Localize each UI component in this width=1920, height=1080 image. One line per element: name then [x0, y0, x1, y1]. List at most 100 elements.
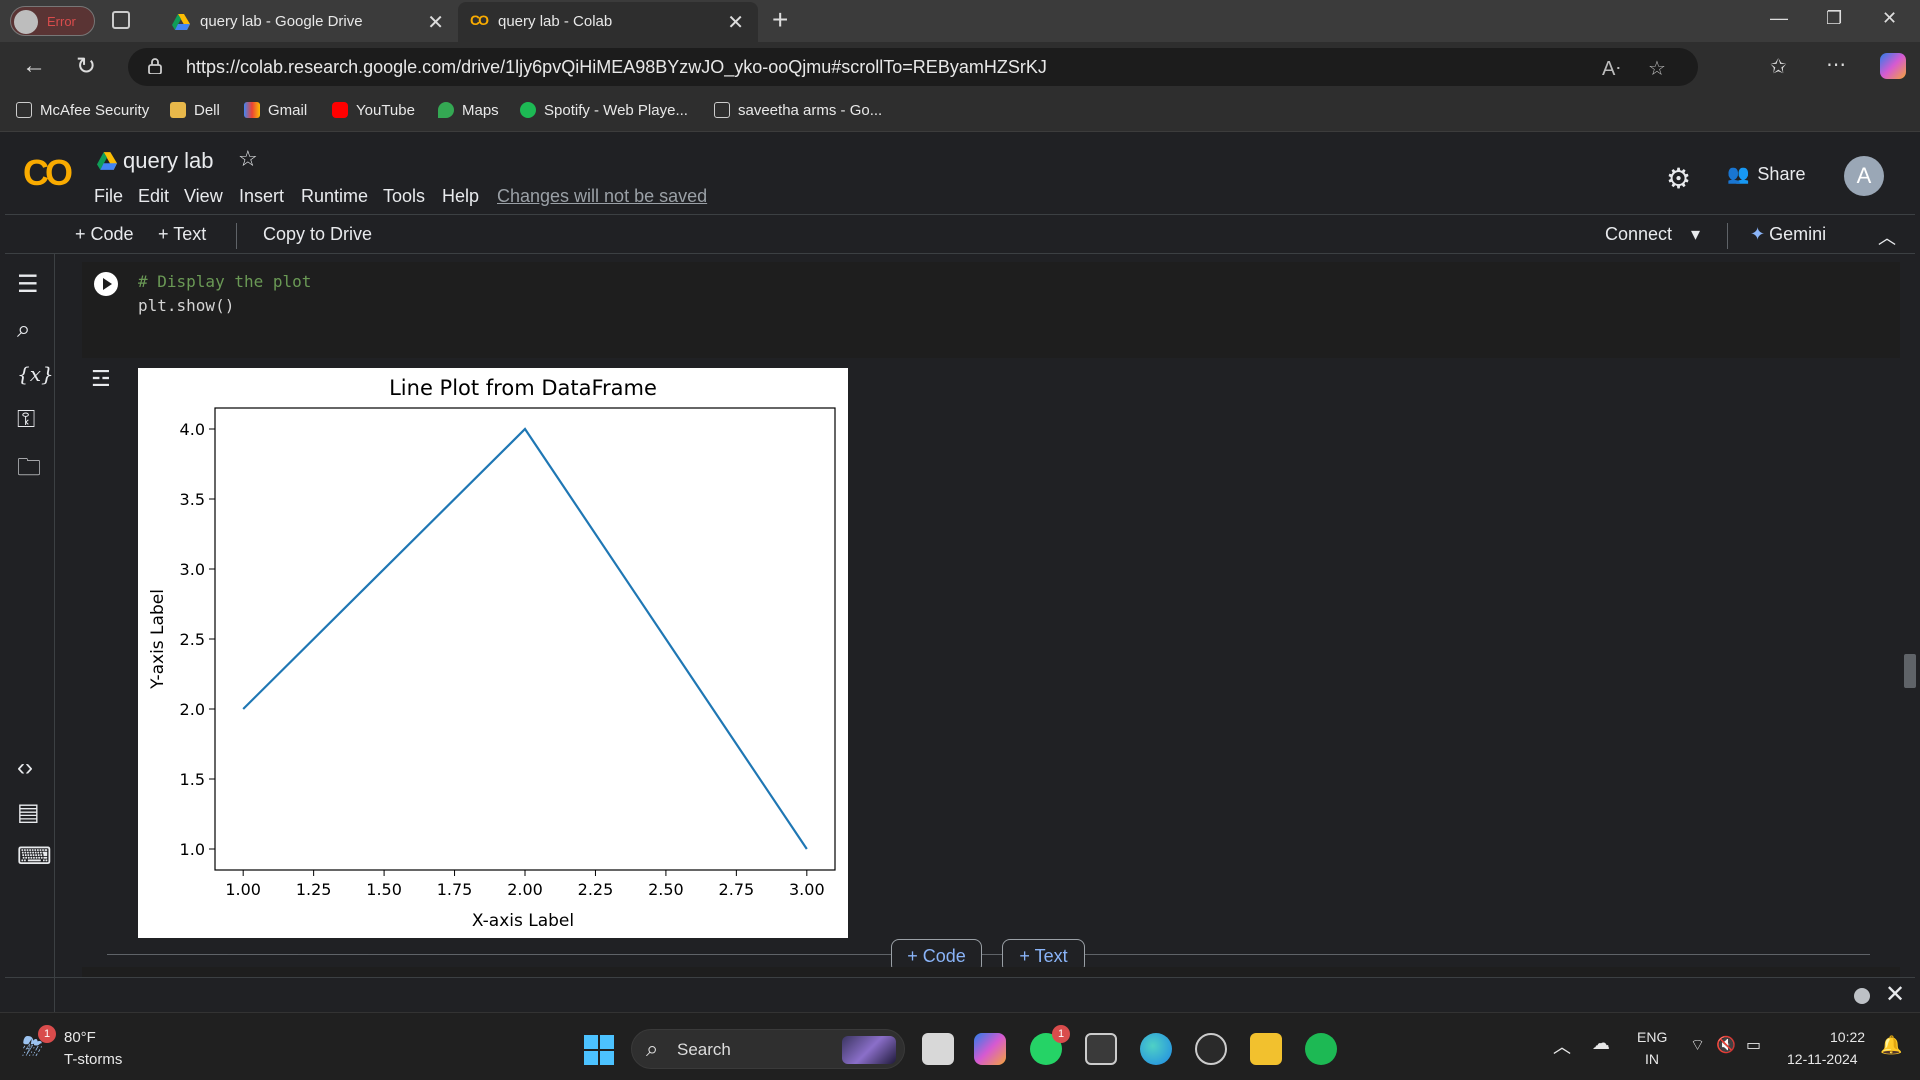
colab-app: CO query lab ☆ File Edit View Insert Run…	[5, 134, 1916, 1012]
gmail-icon	[244, 102, 260, 118]
code-snippets-icon[interactable]: ‹›	[17, 754, 33, 782]
code-cell[interactable]: # Display the plot plt.show()	[82, 262, 1900, 358]
table-of-contents-icon[interactable]: ☰	[17, 270, 39, 299]
task-view-icon[interactable]	[922, 1033, 954, 1065]
search-icon[interactable]: ⌕	[17, 316, 30, 344]
menu-runtime[interactable]: Runtime	[301, 186, 368, 207]
menu-edit[interactable]: Edit	[138, 186, 169, 207]
close-window-icon[interactable]: ✕	[1882, 8, 1897, 29]
start-windows-icon[interactable]	[584, 1035, 614, 1065]
bookmark-youtube[interactable]: YouTube	[332, 102, 415, 119]
bookmark-label: Maps	[462, 102, 499, 119]
variables-icon[interactable]: {x}	[17, 362, 54, 386]
language-line1[interactable]: ENG	[1637, 1029, 1667, 1045]
output-actions-icon[interactable]: ☲	[91, 366, 111, 392]
unsaved-notice-link[interactable]: Changes will not be saved	[497, 186, 707, 207]
notification-bell-icon[interactable]: 🔔	[1880, 1035, 1902, 1056]
lock-icon	[148, 58, 162, 74]
x-tick-label: 2.50	[648, 880, 684, 899]
taskbar-search[interactable]: ⌕ Search	[631, 1029, 905, 1069]
add-text-button[interactable]: + Text	[158, 224, 206, 245]
new-tab-icon[interactable]: +	[772, 4, 788, 36]
onedrive-icon[interactable]: ☁	[1592, 1033, 1610, 1054]
divider	[1727, 223, 1728, 249]
share-button[interactable]: 👥 Share	[1727, 164, 1805, 185]
close-tab-icon[interactable]: ✕	[427, 10, 444, 35]
speaker-muted-icon[interactable]: 🔇	[1716, 1035, 1736, 1055]
copilot-icon[interactable]	[1880, 53, 1906, 79]
favorite-star-icon[interactable]: ☆	[1648, 56, 1666, 81]
dell-icon[interactable]	[1195, 1033, 1227, 1065]
y-tick-label: 3.5	[180, 490, 205, 509]
x-tick-label: 1.75	[437, 880, 473, 899]
command-palette-icon[interactable]: ▤	[17, 798, 40, 827]
profile-button[interactable]: Error	[10, 6, 95, 36]
x-tick-label: 1.00	[225, 880, 261, 899]
close-status-icon[interactable]: ✕	[1885, 980, 1905, 1009]
menu-tools[interactable]: Tools	[383, 186, 425, 207]
y-tick-label: 3.0	[180, 560, 205, 579]
next-cell[interactable]	[82, 967, 1900, 977]
bookmark-spotify[interactable]: Spotify - Web Playe...	[520, 102, 688, 119]
colab-logo[interactable]: CO	[23, 152, 73, 194]
favorites-icon[interactable]: ✩	[1770, 54, 1787, 79]
code-line: plt.show()	[138, 296, 235, 315]
collapse-header-icon[interactable]: ︿	[1878, 224, 1896, 250]
tab-actions-icon[interactable]	[112, 11, 130, 29]
add-code-button[interactable]: + Code	[75, 224, 134, 245]
run-cell-button[interactable]	[94, 272, 118, 296]
folder-icon	[170, 102, 186, 118]
menu-insert[interactable]: Insert	[239, 186, 284, 207]
bookmark-saveetha[interactable]: saveetha arms - Go...	[714, 102, 882, 119]
battery-icon[interactable]: ▭	[1746, 1035, 1761, 1055]
edge-browser-icon[interactable]	[1140, 1033, 1172, 1065]
connect-button[interactable]: Connect	[1605, 224, 1672, 245]
google-drive-icon	[97, 152, 117, 170]
bookmark-gmail[interactable]: Gmail	[244, 102, 307, 119]
reload-icon[interactable]: ↻	[76, 52, 96, 81]
weather-widget[interactable]: ⛈ 1	[22, 1025, 56, 1061]
copilot-taskbar-icon[interactable]	[974, 1033, 1006, 1065]
restore-icon[interactable]: ❐	[1826, 8, 1842, 29]
youtube-icon	[332, 102, 348, 118]
whatsapp-icon[interactable]: 1	[1030, 1025, 1070, 1065]
menu-view[interactable]: View	[184, 186, 223, 207]
profile-avatar-icon	[14, 10, 38, 34]
terminal-icon[interactable]: ⌨	[17, 842, 52, 871]
y-tick-label: 1.5	[180, 770, 205, 789]
close-tab-icon[interactable]: ✕	[727, 10, 744, 35]
copy-to-drive-button[interactable]: Copy to Drive	[263, 224, 372, 245]
tab-google-drive[interactable]: query lab - Google Drive ✕	[160, 2, 458, 42]
gemini-button[interactable]: ✦ Gemini	[1750, 224, 1826, 245]
menu-file[interactable]: File	[94, 186, 123, 207]
menu-help[interactable]: Help	[442, 186, 479, 207]
microsoft-store-icon[interactable]	[1085, 1033, 1117, 1065]
bookmark-maps[interactable]: Maps	[438, 102, 499, 119]
scrollbar-thumb[interactable]	[1904, 654, 1916, 688]
clock-time[interactable]: 10:22	[1830, 1029, 1865, 1045]
line-chart: Line Plot from DataFrame X-axis Label Y-…	[148, 376, 836, 931]
notebook-title[interactable]: query lab	[123, 148, 214, 174]
tab-colab[interactable]: CO query lab - Colab ✕	[458, 2, 758, 42]
back-icon[interactable]: ←	[22, 52, 46, 80]
more-menu-icon[interactable]: ⋯	[1826, 52, 1846, 77]
share-people-icon: 👥	[1727, 164, 1750, 184]
account-avatar[interactable]: A	[1844, 156, 1884, 196]
star-icon[interactable]: ☆	[238, 146, 258, 172]
address-bar[interactable]: https://colab.research.google.com/drive/…	[128, 48, 1698, 86]
wifi-icon[interactable]: ⌔	[1690, 1035, 1705, 1055]
x-tick-label: 2.75	[719, 880, 755, 899]
show-hidden-icons-chevron-icon[interactable]: ︿	[1553, 1033, 1571, 1059]
file-explorer-icon[interactable]	[1250, 1033, 1282, 1065]
settings-gear-icon[interactable]: ⚙	[1666, 162, 1691, 195]
minimize-icon[interactable]: —	[1770, 8, 1788, 29]
y-tick-label: 4.0	[180, 420, 205, 439]
spotify-taskbar-icon[interactable]	[1305, 1033, 1337, 1065]
bookmark-mcafee[interactable]: McAfee Security	[16, 102, 149, 119]
bookmark-dell[interactable]: Dell	[170, 102, 220, 119]
secrets-key-icon[interactable]: ⚿	[17, 406, 35, 434]
read-aloud-icon[interactable]: Aᐧ	[1602, 56, 1620, 81]
connect-dropdown-icon[interactable]: ▾	[1691, 224, 1700, 245]
weather-desc: T-storms	[64, 1051, 123, 1068]
files-folder-icon[interactable]: 🗀	[17, 450, 41, 491]
